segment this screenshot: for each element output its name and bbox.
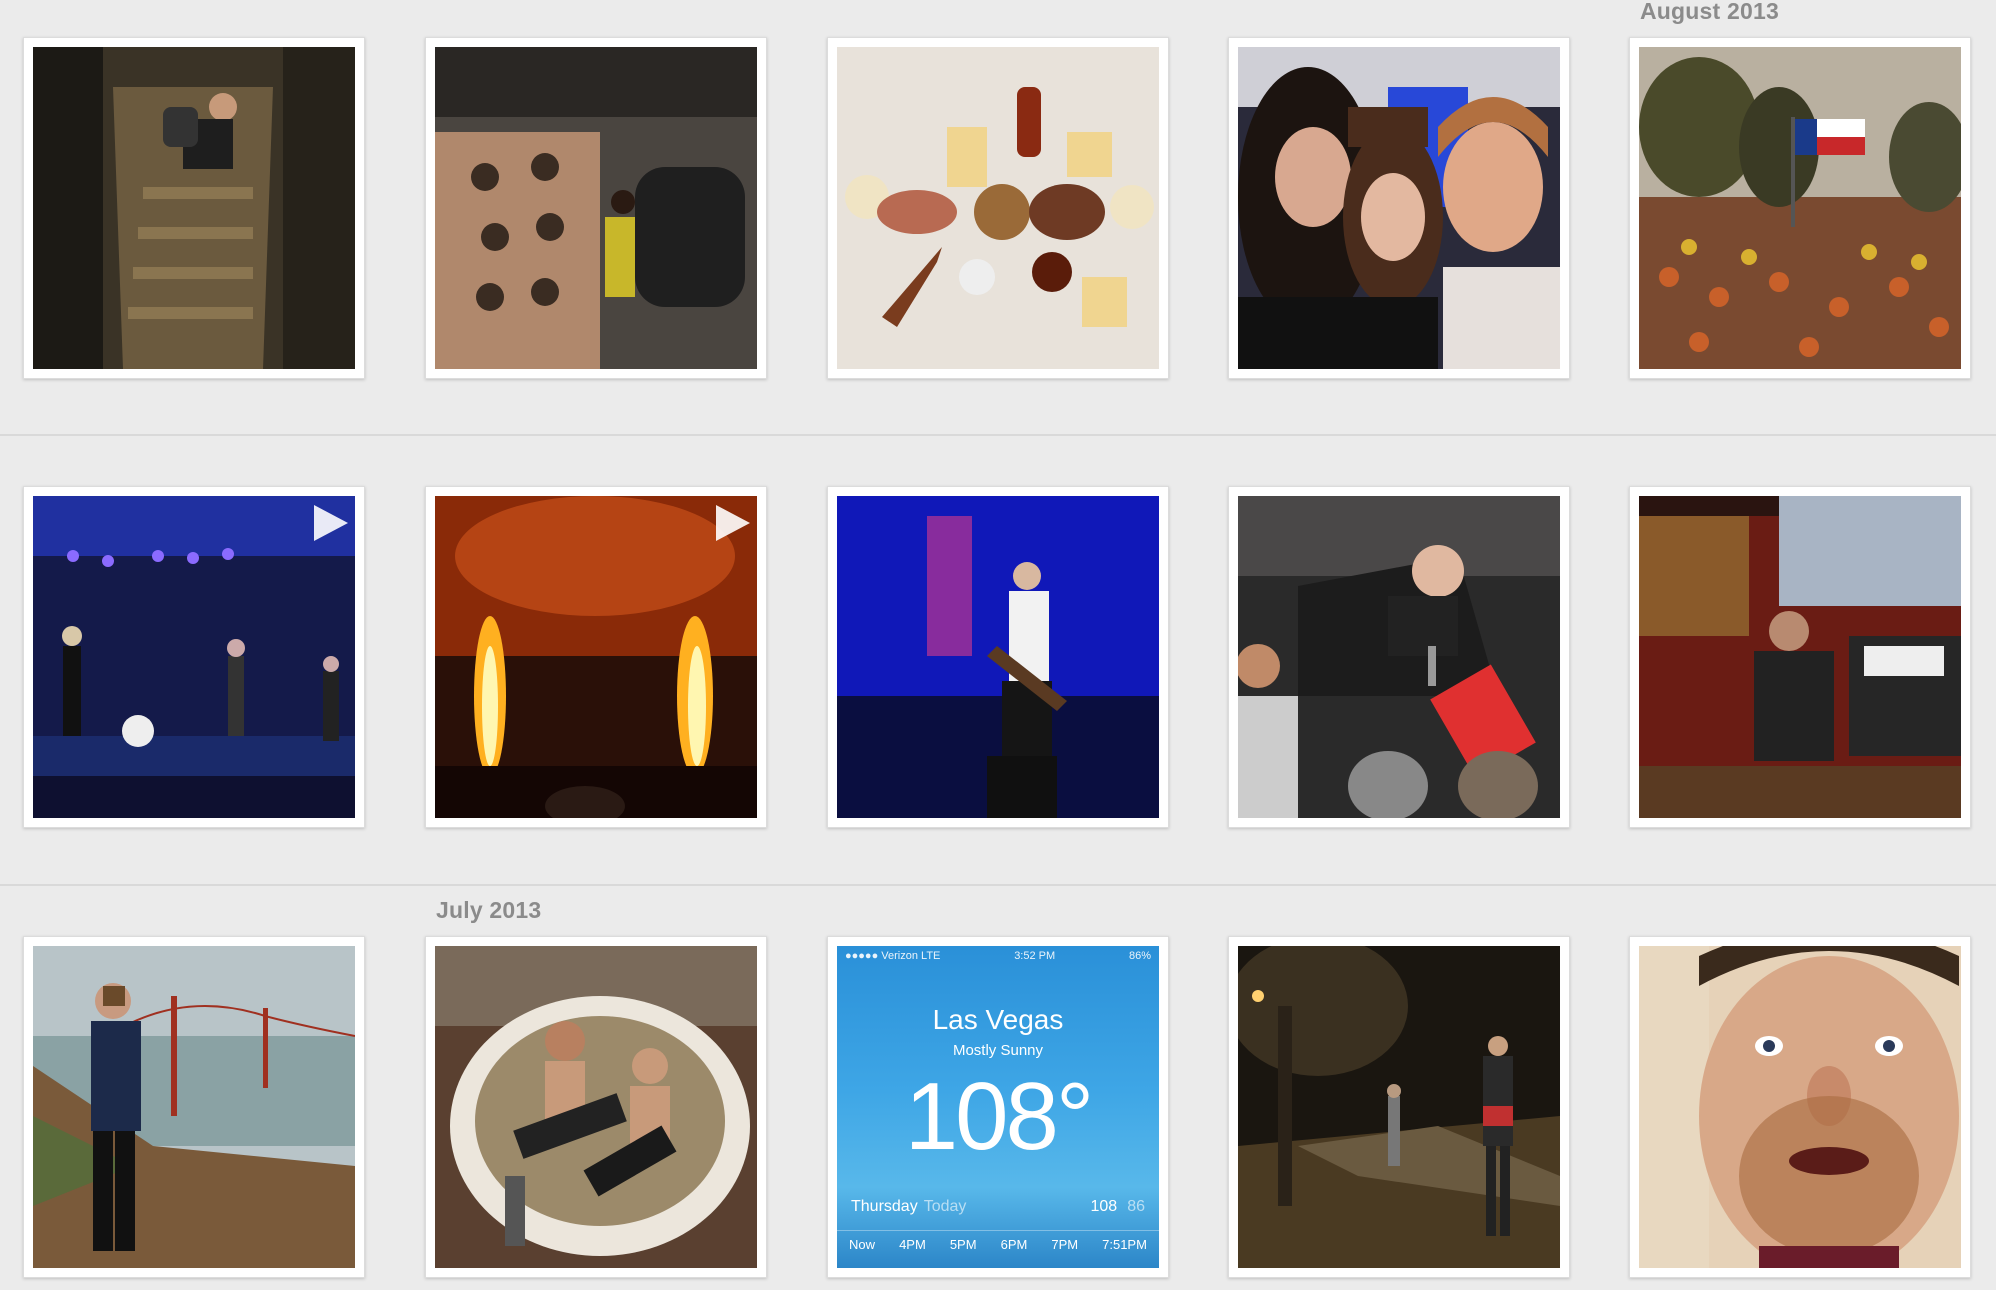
hour-label: Now bbox=[849, 1237, 876, 1252]
day-row: Thursday Today bbox=[851, 1198, 966, 1216]
hour-label: 5PM bbox=[949, 1237, 977, 1252]
high-low: 108 86 bbox=[1091, 1198, 1146, 1216]
coffee-roaster-photo[interactable] bbox=[435, 47, 757, 369]
photo-card[interactable] bbox=[23, 486, 365, 828]
photo-card[interactable] bbox=[1228, 486, 1570, 828]
photo-card[interactable] bbox=[1629, 936, 1971, 1278]
hour-label: 7:51PM bbox=[1102, 1237, 1147, 1252]
weather-widget: ●●●●● Verizon LTE 3:52 PM 86% Las Vegas … bbox=[837, 946, 1159, 1268]
photo-card[interactable] bbox=[23, 936, 365, 1278]
play-icon bbox=[716, 505, 750, 541]
weather-screenshot[interactable]: ●●●●● Verizon LTE 3:52 PM 86% Las Vegas … bbox=[837, 946, 1159, 1268]
high-label: 108 bbox=[1090, 1198, 1118, 1215]
carrier-label: ●●●●● Verizon LTE bbox=[845, 950, 941, 962]
stairwell-photo[interactable] bbox=[33, 47, 355, 369]
hour-label: 4PM bbox=[899, 1237, 926, 1252]
hour-label: 7PM bbox=[1051, 1237, 1079, 1252]
night-street-photo[interactable] bbox=[1238, 946, 1560, 1268]
battery-label: 86% bbox=[1128, 950, 1151, 962]
temperature-label: 108° bbox=[904, 1063, 1095, 1170]
month-label-july: July 2013 bbox=[436, 897, 542, 923]
photo-card[interactable] bbox=[1228, 37, 1570, 379]
selfie-face-photo[interactable] bbox=[1639, 946, 1961, 1268]
status-bar: ●●●●● Verizon LTE 3:52 PM 86% bbox=[845, 950, 1151, 962]
photo-card[interactable] bbox=[23, 37, 365, 379]
photo-card[interactable] bbox=[1629, 37, 1971, 379]
sound-booth-photo[interactable] bbox=[1639, 496, 1961, 818]
golden-gate-photo[interactable] bbox=[33, 946, 355, 1268]
photo-card[interactable] bbox=[1629, 486, 1971, 828]
three-friends-selfie[interactable] bbox=[1238, 47, 1560, 369]
guitarist-blue-stage-photo[interactable] bbox=[837, 496, 1159, 818]
photo-card[interactable] bbox=[425, 486, 767, 828]
photo-card[interactable] bbox=[827, 37, 1169, 379]
photo-card[interactable] bbox=[425, 936, 767, 1278]
month-label-august: August 2013 bbox=[1640, 0, 1779, 24]
city-label: Las Vegas bbox=[932, 1004, 1064, 1035]
time-label: 3:52 PM bbox=[1014, 950, 1056, 962]
condition-label: Mostly Sunny bbox=[952, 1042, 1044, 1059]
photo-card[interactable] bbox=[827, 486, 1169, 828]
bbq-table-photo[interactable] bbox=[837, 47, 1159, 369]
row-divider bbox=[0, 434, 1996, 436]
row-divider bbox=[0, 884, 1996, 886]
hour-label: 6PM bbox=[1000, 1237, 1028, 1252]
hot-tub-photo[interactable] bbox=[435, 946, 757, 1268]
photo-card[interactable] bbox=[425, 37, 767, 379]
photo-card[interactable]: ●●●●● Verizon LTE 3:52 PM 86% Las Vegas … bbox=[827, 936, 1169, 1278]
photo-row-1: August 2013 bbox=[0, 0, 1996, 430]
low-label: 86 bbox=[1127, 1198, 1145, 1215]
hourly-forecast: Now 4PM 5PM 6PM 7PM 7:51PM bbox=[837, 1230, 1159, 1252]
singer-crowd-photo[interactable] bbox=[1238, 496, 1560, 818]
texas-flag-crowd-photo[interactable] bbox=[1639, 47, 1961, 369]
fire-stage-video[interactable] bbox=[435, 496, 757, 818]
photo-card[interactable] bbox=[1228, 936, 1570, 1278]
day-sub-label: Today bbox=[923, 1198, 967, 1215]
concert-stage-video[interactable] bbox=[33, 496, 355, 818]
play-icon bbox=[314, 505, 348, 541]
day-label: Thursday bbox=[851, 1198, 918, 1215]
